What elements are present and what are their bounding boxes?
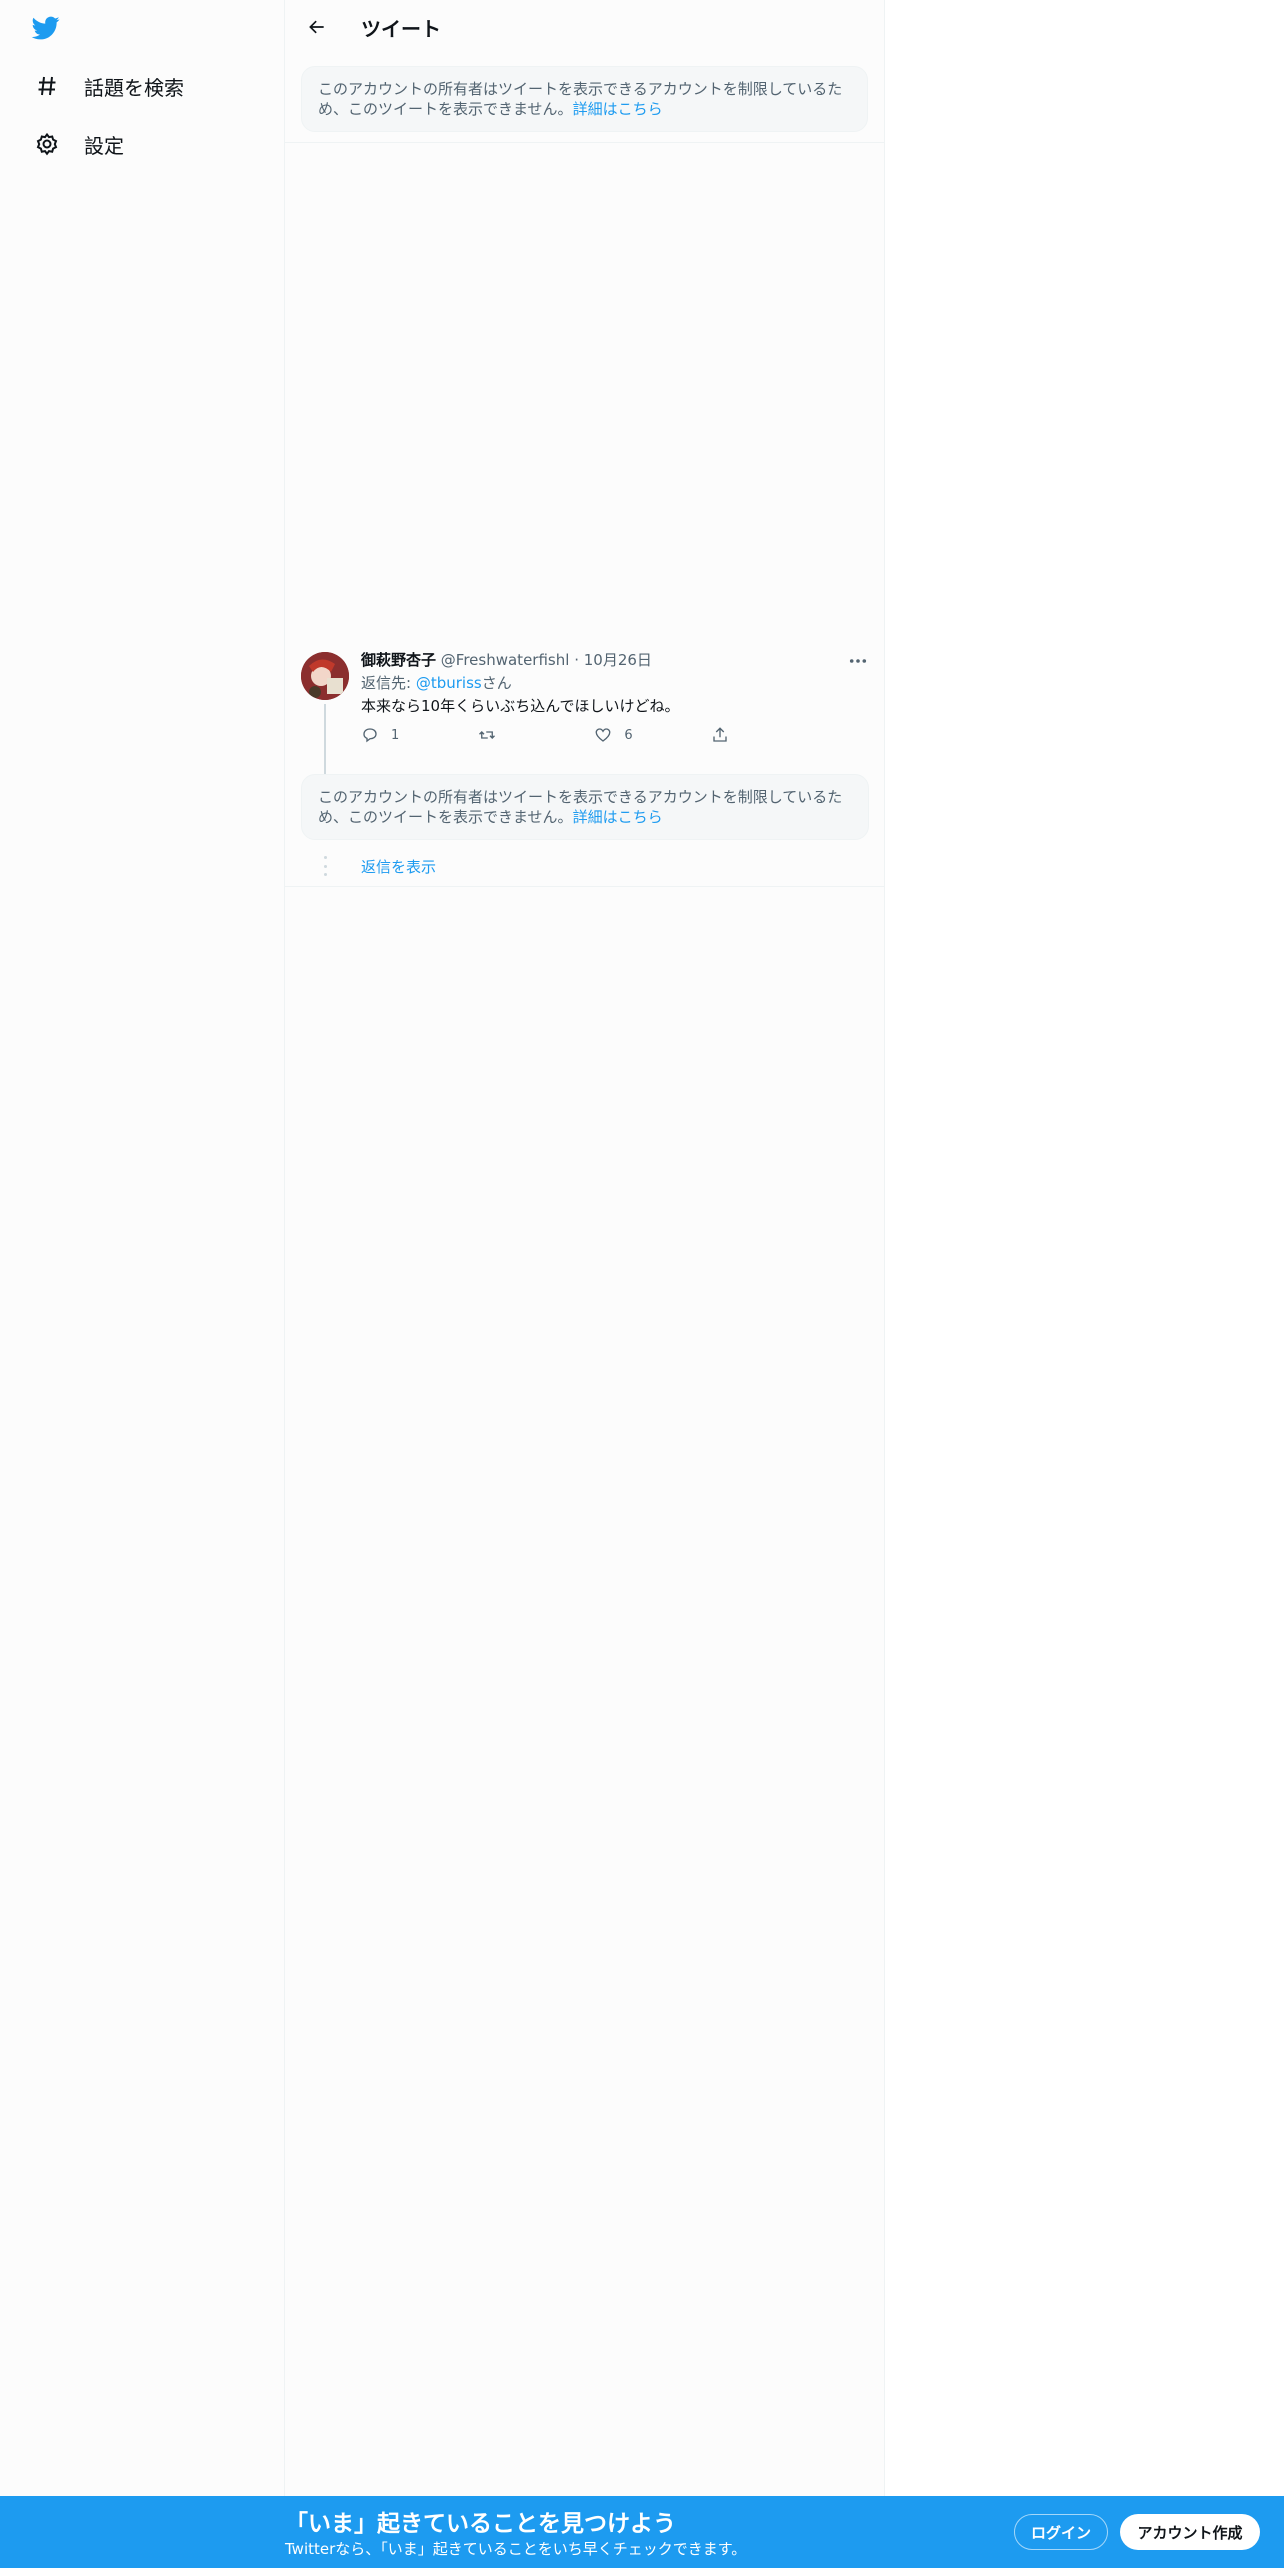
tweet-text: 本来なら10年くらいぶち込んでほしいけどね。 bbox=[361, 697, 680, 715]
tweet-meta: 御萩野杏子 @Freshwaterfishl · 10月26日 bbox=[361, 650, 869, 670]
thread-dots bbox=[322, 856, 328, 876]
author-handle[interactable]: @Freshwaterfishl bbox=[441, 651, 570, 669]
page-header: ツイート bbox=[285, 0, 884, 54]
twitter-logo-icon[interactable] bbox=[30, 14, 66, 44]
more-options-button[interactable] bbox=[847, 652, 869, 670]
meta-separator: · bbox=[574, 651, 579, 669]
more-dots-icon bbox=[849, 659, 867, 663]
like-count: 6 bbox=[624, 727, 633, 743]
reply-icon bbox=[363, 728, 377, 743]
signup-banner: 「いま」起きていることを見つけよう Twitterなら、「いま」起きていることを… bbox=[0, 2496, 1284, 2568]
sidebar-item-explore[interactable]: 話題を検索 bbox=[20, 60, 198, 112]
share-icon bbox=[713, 727, 727, 742]
tweet-actions: 1 6 bbox=[361, 726, 801, 744]
restricted-notice: このアカウントの所有者はツイートを表示できるアカウントを制限しているため、このツ… bbox=[301, 774, 869, 840]
arrow-left-icon bbox=[309, 20, 324, 34]
reply-handle-link[interactable]: @tburiss bbox=[416, 674, 482, 692]
retweet-icon bbox=[478, 731, 495, 739]
login-button[interactable]: ログイン bbox=[1014, 2514, 1108, 2550]
heart-icon bbox=[595, 728, 611, 742]
main-column: ツイート このアカウントの所有者はツイートを表示できるアカウントを制限しているた… bbox=[285, 0, 885, 2568]
reply-to: 返信先: @tburissさん bbox=[361, 673, 869, 693]
tweet-body: 御萩野杏子 @Freshwaterfishl · 10月26日 返信先: @tb… bbox=[361, 650, 869, 744]
sidebar-item-settings[interactable]: 設定 bbox=[20, 118, 138, 170]
sidebar-item-label: 話題を検索 bbox=[84, 75, 184, 100]
page-title: ツイート bbox=[361, 16, 441, 41]
back-button[interactable] bbox=[299, 9, 335, 45]
hashtag-icon bbox=[34, 73, 60, 99]
restricted-notice: このアカウントの所有者はツイートを表示できるアカウントを制限しているため、このツ… bbox=[301, 66, 868, 132]
divider bbox=[285, 886, 885, 887]
show-replies-link[interactable]: 返信を表示 bbox=[361, 856, 436, 877]
divider bbox=[285, 142, 885, 143]
learn-more-link[interactable]: 詳細はこちら bbox=[573, 808, 663, 826]
sidebar-item-label: 設定 bbox=[84, 133, 124, 158]
signup-button[interactable]: アカウント作成 bbox=[1120, 2514, 1260, 2550]
retweet-button[interactable] bbox=[478, 726, 568, 744]
reply-prefix: 返信先: bbox=[361, 674, 416, 692]
avatar[interactable] bbox=[301, 652, 349, 700]
like-button[interactable]: 6 bbox=[594, 726, 684, 744]
learn-more-link[interactable]: 詳細はこちら bbox=[573, 100, 663, 118]
gear-icon bbox=[34, 131, 60, 157]
author-name[interactable]: 御萩野杏子 bbox=[361, 651, 436, 669]
reply-button[interactable]: 1 bbox=[361, 726, 451, 744]
tweet-date[interactable]: 10月26日 bbox=[584, 651, 652, 669]
reply-count: 1 bbox=[391, 727, 400, 743]
share-button[interactable] bbox=[711, 726, 801, 744]
banner-title: 「いま」起きていることを見つけよう bbox=[285, 2511, 676, 2537]
reply-suffix: さん bbox=[481, 674, 512, 692]
banner-subtitle: Twitterなら、「いま」起きていることをいち早くチェックできます。 bbox=[285, 2540, 747, 2558]
sidebar: 話題を検索 設定 bbox=[0, 0, 285, 2568]
